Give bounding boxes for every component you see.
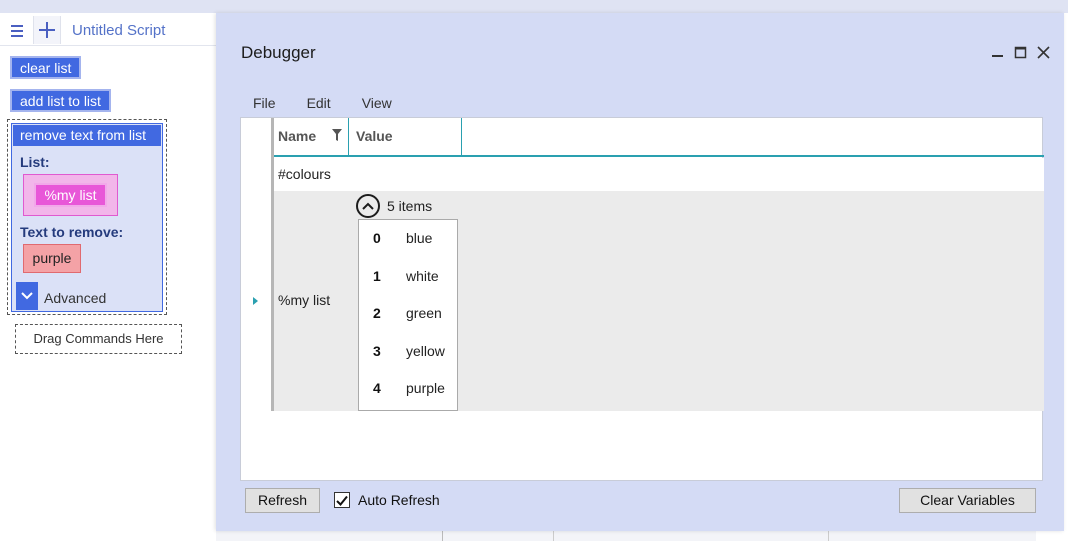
item-index: 4 bbox=[373, 380, 381, 396]
window-controls bbox=[991, 45, 1050, 59]
chevron-up-icon bbox=[362, 202, 374, 210]
command-title[interactable]: remove text from list bbox=[13, 125, 161, 146]
collapse-toggle[interactable] bbox=[356, 194, 380, 218]
list-items-panel: 0 blue 1 white 2 green 3 yellow 4 purple bbox=[358, 219, 458, 411]
window-title: Debugger bbox=[241, 43, 316, 62]
menu-bar: File Edit View bbox=[253, 95, 423, 111]
auto-refresh-checkbox[interactable] bbox=[334, 492, 350, 508]
menu-view[interactable]: View bbox=[362, 95, 392, 111]
list-item: 3 yellow bbox=[359, 333, 457, 370]
caret-right-icon[interactable] bbox=[253, 297, 258, 305]
minimize-icon[interactable] bbox=[991, 45, 1004, 59]
advanced-label: Advanced bbox=[44, 290, 107, 306]
script-editor: Untitled Script clear list add list to l… bbox=[0, 13, 216, 541]
items-count: 5 items bbox=[387, 198, 433, 214]
command-body: remove text from list List: %my list Tex… bbox=[11, 123, 163, 312]
item-index: 2 bbox=[373, 305, 381, 321]
grid-header: Name Value bbox=[274, 118, 1044, 157]
item-value: green bbox=[406, 305, 442, 321]
variable-name: %my list bbox=[278, 292, 331, 308]
table-row[interactable]: %my list 5 items 0 blue 1 white 2 green bbox=[274, 191, 1044, 411]
list-item: 2 green bbox=[359, 295, 457, 332]
divider bbox=[442, 531, 443, 541]
auto-refresh-label: Auto Refresh bbox=[358, 492, 440, 508]
column-separator[interactable] bbox=[461, 118, 462, 155]
drag-commands-drop-zone[interactable]: Drag Commands Here bbox=[15, 324, 182, 354]
menu-file[interactable]: File bbox=[253, 95, 276, 111]
filter-icon[interactable] bbox=[332, 129, 342, 141]
list-variable-chip[interactable]: %my list bbox=[34, 183, 107, 207]
add-icon[interactable] bbox=[33, 16, 61, 44]
close-icon[interactable] bbox=[1037, 45, 1050, 59]
checkmark-icon bbox=[336, 495, 348, 506]
item-value: yellow bbox=[406, 343, 445, 359]
auto-refresh-toggle[interactable]: Auto Refresh bbox=[334, 492, 440, 508]
variables-grid: Name Value #colours %my list 5 items 0 b… bbox=[240, 117, 1044, 481]
item-index: 3 bbox=[373, 343, 381, 359]
column-separator[interactable] bbox=[348, 118, 349, 155]
clear-variables-button[interactable]: Clear Variables bbox=[899, 488, 1036, 513]
item-value: white bbox=[406, 268, 439, 284]
list-slot[interactable]: %my list bbox=[23, 174, 118, 216]
column-name-header[interactable]: Name bbox=[278, 118, 316, 155]
menu-edit[interactable]: Edit bbox=[307, 95, 331, 111]
add-list-to-list-command[interactable]: add list to list bbox=[10, 89, 111, 112]
chevron-down-icon bbox=[21, 292, 33, 300]
list-label: List: bbox=[20, 154, 50, 170]
item-index: 1 bbox=[373, 268, 381, 284]
text-to-remove-label: Text to remove: bbox=[20, 224, 124, 240]
column-value-header[interactable]: Value bbox=[356, 118, 393, 155]
refresh-button[interactable]: Refresh bbox=[245, 488, 320, 513]
script-title[interactable]: Untitled Script bbox=[72, 22, 165, 39]
remove-text-command-card[interactable]: remove text from list List: %my list Tex… bbox=[7, 119, 167, 315]
list-item: 0 blue bbox=[359, 220, 457, 257]
variable-name: #colours bbox=[278, 166, 331, 182]
top-strip bbox=[0, 0, 1068, 13]
debugger-window: Debugger File Edit View Name Value #colo… bbox=[216, 13, 1064, 531]
item-index: 0 bbox=[373, 230, 381, 246]
table-row[interactable]: #colours bbox=[274, 158, 1044, 191]
text-value-chip[interactable]: purple bbox=[23, 244, 81, 273]
clear-list-command[interactable]: clear list bbox=[10, 56, 82, 79]
list-item: 4 purple bbox=[359, 370, 457, 407]
item-value: purple bbox=[406, 380, 445, 396]
maximize-icon[interactable] bbox=[1014, 45, 1027, 59]
advanced-toggle[interactable] bbox=[16, 282, 38, 310]
item-value: blue bbox=[406, 230, 433, 246]
background-field bbox=[553, 531, 829, 541]
list-item: 1 white bbox=[359, 258, 457, 295]
editor-header: Untitled Script bbox=[0, 13, 216, 46]
menu-icon[interactable] bbox=[4, 18, 29, 43]
